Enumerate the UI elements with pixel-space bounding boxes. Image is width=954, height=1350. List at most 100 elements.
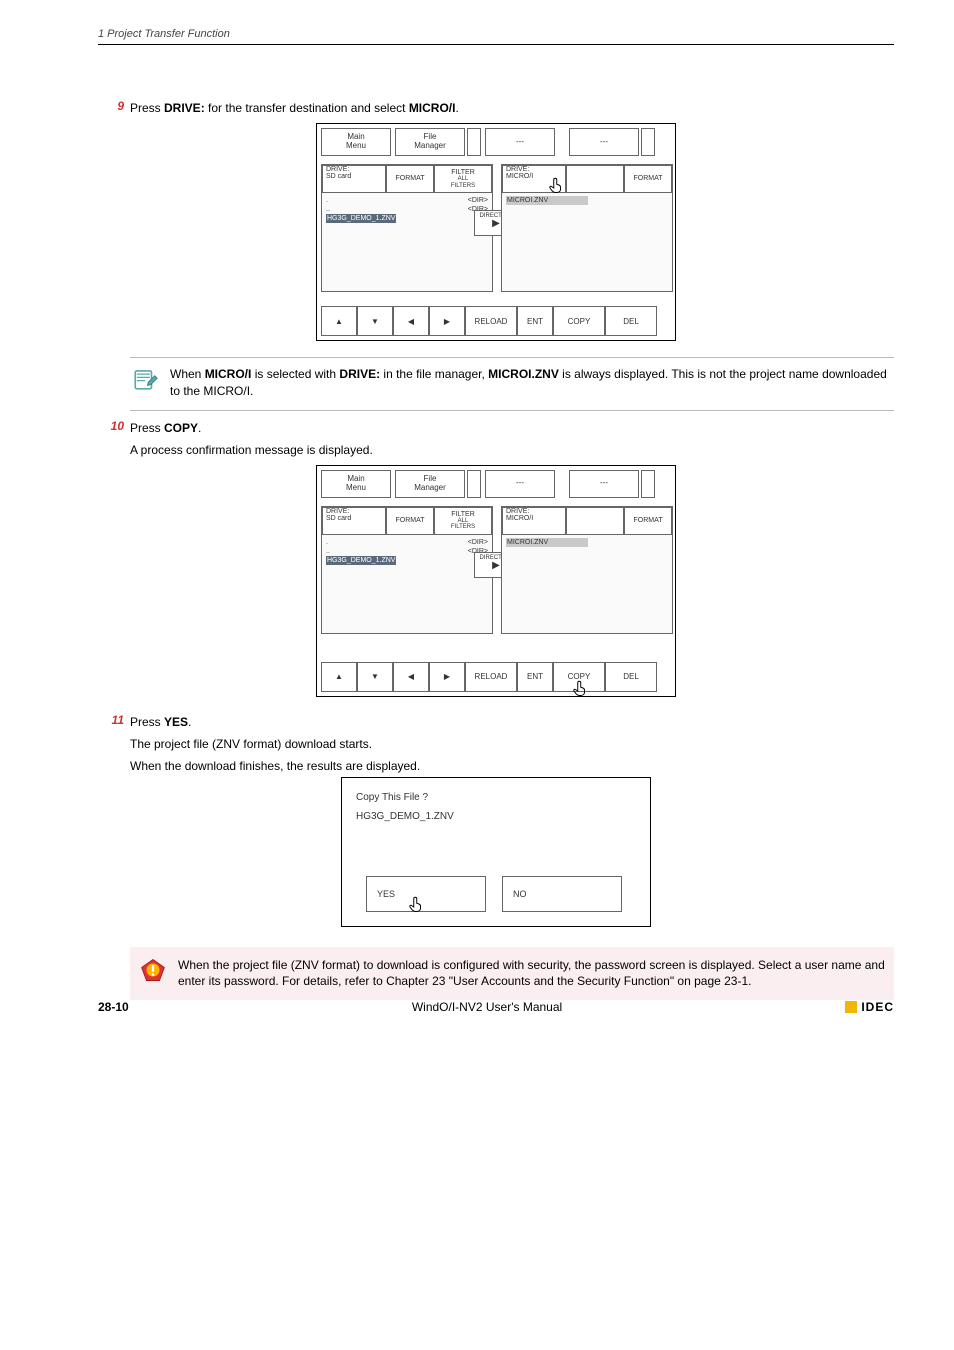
fm-nub [467,470,481,498]
t: DRIVE: [164,101,205,115]
fm-drive-value: SD card [326,515,351,522]
fm-right-file: MICROI.ZNV [506,538,588,547]
t: MICRO/I [205,367,252,381]
step-11-number: 11 [98,713,124,727]
fm-left: ◀ [393,306,429,336]
fm-format: FORMAT [624,507,672,535]
fm-file-manager: FileManager [395,128,465,156]
fm-main-menu: MainMenu [321,470,391,498]
fm-right: ▶ [429,306,465,336]
file-manager-figure-2: MainMenu FileManager --- --- DRIVE: SD c… [316,465,676,697]
fm-right-pane: DRIVE: MICRO/I FORMAT MICROI.ZNV [501,164,673,292]
fm-reload: RELOAD [465,662,517,692]
t: . [455,101,458,115]
warning-icon [138,957,168,988]
fm-ent: ENT [517,662,553,692]
pointer-hand-icon [547,176,565,194]
fm-nub [641,128,655,156]
r: .. [326,547,330,556]
step-10: 10 Press COPY. [98,419,894,437]
manual-title: WindO/I-NV2 User's Manual [412,1000,562,1014]
fm-up: ▲ [321,662,357,692]
fm-bottom-bar: ▲ ▼ ◀ ▶ RELOAD ENT COPY DEL [321,306,671,336]
fm-bottom-bar: ▲ ▼ ◀ ▶ RELOAD ENT COPY DEL [321,662,671,692]
t: Press [130,101,164,115]
file-manager-figure-1: MainMenu FileManager --- --- DRIVE: SD c… [316,123,676,341]
fm-dash: --- [569,128,639,156]
pointer-hand-icon [407,895,425,913]
fm-main-menu: MainMenu [321,128,391,156]
r: . [326,196,328,205]
r: <DIR> [468,196,488,205]
fm-down: ▼ [357,306,393,336]
confirm-file-name: HG3G_DEMO_1.ZNV [356,811,636,822]
confirm-yes-label: YES [377,889,395,899]
fm-left-file-list: .<DIR> ..<DIR> HG3G_DEMO_1.ZNV [322,535,492,568]
fm-del: DEL [605,662,657,692]
fm-drive-label: DRIVE: [326,508,349,515]
fm-drive-value: SD card [326,173,351,180]
fm-right-file: MICROI.ZNV [506,196,588,205]
fm-up: ▲ [321,306,357,336]
fm-file-manager: FileManager [395,470,465,498]
t: is selected with [251,367,339,381]
step-11: 11 Press YES. [98,713,894,731]
fm-right-file-list: MICROI.ZNV [502,193,672,208]
fm-left-selected-file: HG3G_DEMO_1.ZNV [326,214,396,223]
confirm-yes-button: YES [366,876,486,912]
fm-filter: FILTER [451,169,475,176]
t: MICRO/I [409,101,456,115]
fm-left: ◀ [393,662,429,692]
fm-blank [566,165,624,193]
fm-filter-sub: ALLFILTERS [451,518,475,531]
fm-blank [566,507,624,535]
confirm-dialog: Copy This File ? HG3G_DEMO_1.ZNV YES NO [341,777,651,927]
fm-right-file-list: MICROI.ZNV [502,535,672,550]
fm-drive-label: DRIVE: [506,166,529,173]
fm-down: ▼ [357,662,393,692]
page-footer: 28-10 WindO/I-NV2 User's Manual IDEC [98,1000,894,1014]
step-10-number: 10 [98,419,124,433]
fm-del: DEL [605,306,657,336]
t: MICROI.ZNV [488,367,559,381]
fm-nub [641,470,655,498]
t: When [170,367,205,381]
step-11-desc-2: When the download finishes, the results … [130,757,894,775]
fm-dash: --- [485,470,555,498]
fm-drive-label: DRIVE: [326,166,349,173]
t: for the transfer destination and select [205,101,409,115]
step-9-number: 9 [98,99,124,113]
t: . [188,715,191,729]
fm-nub [467,128,481,156]
note-text: When MICRO/I is selected with DRIVE: in … [170,366,888,400]
fm-right-pane: DRIVE: MICRO/I FORMAT MICROI.ZNV [501,506,673,634]
fm-filter: FILTER [451,511,475,518]
page-number: 28-10 [98,1000,129,1014]
confirm-no-label: NO [513,889,527,899]
step-10-desc: A process confirmation message is displa… [130,441,894,459]
fm-filter-sub: ALLFILTERS [451,176,475,189]
t: . [198,421,201,435]
note-warning: When the project file (ZNV format) to do… [130,947,894,1001]
fm-left-pane: DRIVE: SD card FORMAT FILTER ALLFILTERS … [321,506,493,634]
step-9-text: Press DRIVE: for the transfer destinatio… [130,99,894,117]
brand-logo: IDEC [845,1000,894,1014]
note-warning-text: When the project file (ZNV format) to do… [178,957,886,991]
fm-dash: --- [569,470,639,498]
t: Press [130,421,164,435]
r: . [326,538,328,547]
step-9: 9 Press DRIVE: for the transfer destinat… [98,99,894,117]
note-icon [130,366,160,397]
fm-left-file-list: .<DIR> ..<DIR> HG3G_DEMO_1.ZNV [322,193,492,226]
fm-format: FORMAT [386,165,434,193]
fm-drive-value: MICRO/I [506,173,533,180]
running-header: 1 Project Transfer Function [98,28,894,45]
fm-ent: ENT [517,306,553,336]
fm-left-pane: DRIVE: SD card FORMAT FILTER ALLFILTERS … [321,164,493,292]
fm-copy: COPY [553,662,605,692]
t: YES [164,715,188,729]
t: Press [130,715,164,729]
r: .. [326,205,330,214]
t: in the file manager, [380,367,488,381]
fm-left-selected-file: HG3G_DEMO_1.ZNV [326,556,396,565]
